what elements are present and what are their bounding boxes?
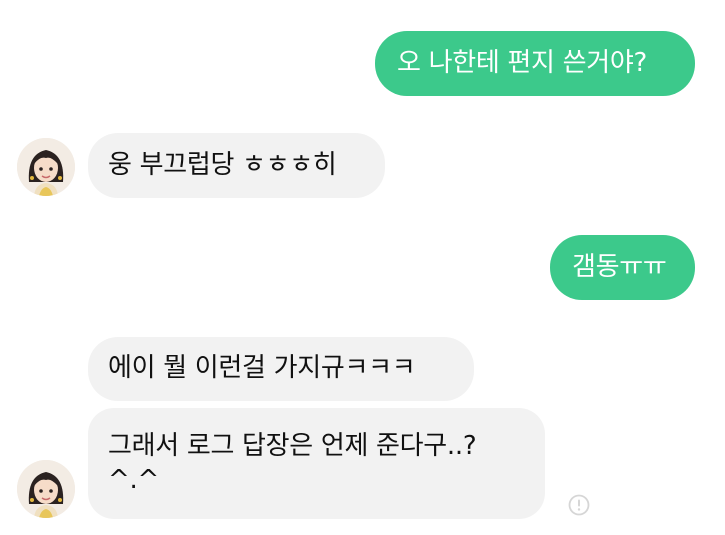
message-bubble-incoming[interactable]: 그래서 로그 답장은 언제 준다구..? ^.^ (88, 408, 545, 519)
message-bubble-incoming[interactable]: 웅 부끄럽당 ㅎㅎㅎ히 (88, 133, 385, 198)
contact-avatar[interactable] (17, 138, 75, 196)
message-text: 갬동ㅠㅠ (572, 251, 667, 282)
message-text: 에이 뭘 이런걸 가지규ㅋㅋㅋ (108, 353, 416, 384)
message-text-line2: ^.^ (108, 464, 159, 495)
message-text: 웅 부끄럽당 ㅎㅎㅎ히 (108, 149, 337, 180)
message-bubble-incoming[interactable]: 에이 뭘 이런걸 가지규ㅋㅋㅋ (88, 337, 474, 401)
message-bubble-outgoing[interactable]: 갬동ㅠㅠ (550, 235, 695, 300)
message-text: 오 나한테 편지 쓴거야? (397, 47, 647, 78)
contact-avatar[interactable] (17, 460, 75, 518)
chat-thread: 오 나한테 편지 쓴거야? 웅 부끄럽당 ㅎㅎㅎ히 갬동ㅠㅠ 에이 뭘 이런걸 … (0, 0, 725, 535)
info-circle-icon[interactable] (568, 494, 590, 516)
message-bubble-outgoing[interactable]: 오 나한테 편지 쓴거야? (375, 31, 695, 96)
message-text-line1: 그래서 로그 답장은 언제 준다구..? (108, 430, 477, 461)
girl-avatar-icon (17, 138, 75, 196)
girl-avatar-icon (17, 460, 75, 518)
